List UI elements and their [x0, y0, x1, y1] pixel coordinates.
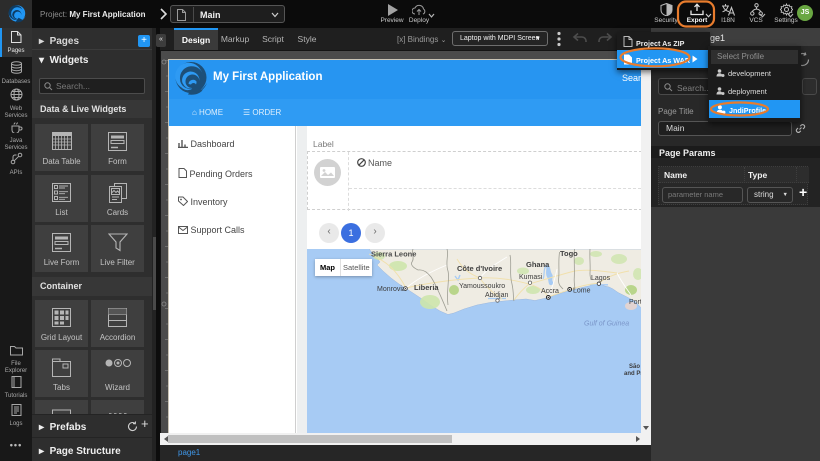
- svg-text:Côte d'Ivoire: Côte d'Ivoire: [457, 264, 502, 273]
- svg-text:Lagos: Lagos: [591, 275, 611, 282]
- svg-text:Kumasi: Kumasi: [519, 274, 543, 281]
- svg-text:and Pr: and Pr: [624, 371, 641, 377]
- svg-text:Lome: Lome: [573, 288, 591, 295]
- svg-text:São: São: [629, 364, 640, 370]
- svg-text:Accra: Accra: [541, 288, 559, 295]
- svg-text:Togo: Togo: [560, 249, 578, 258]
- svg-text:Monrovia: Monrovia: [377, 286, 406, 293]
- svg-text:Ghana: Ghana: [526, 260, 550, 269]
- svg-text:Sierra Leone: Sierra Leone: [371, 250, 416, 259]
- svg-text:Liberia: Liberia: [414, 283, 439, 292]
- svg-text:Gulf of Guinea: Gulf of Guinea: [584, 321, 629, 328]
- svg-text:Abidjan: Abidjan: [485, 292, 508, 299]
- svg-text:Port: Port: [629, 299, 641, 306]
- svg-text:Yamoussoukro: Yamoussoukro: [459, 283, 505, 290]
